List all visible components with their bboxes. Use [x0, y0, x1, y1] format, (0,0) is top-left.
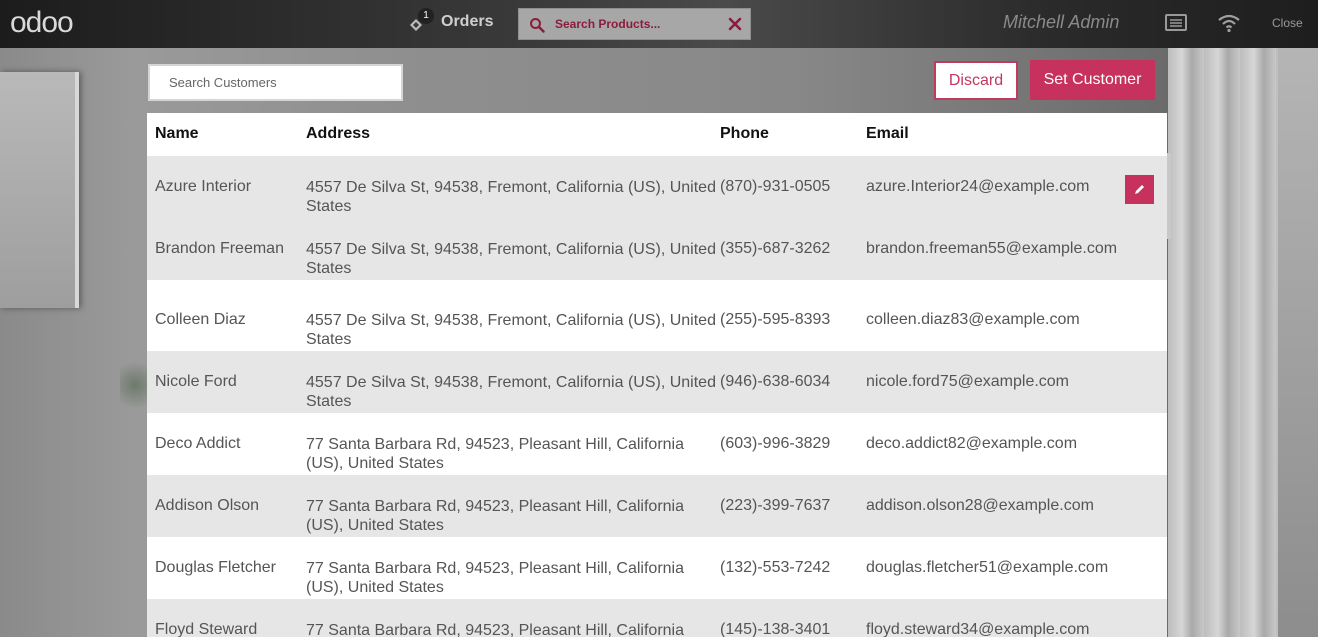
edit-customer-button[interactable]: [1125, 175, 1154, 204]
product-search-box: [518, 8, 751, 40]
customer-list: Name Address Phone Email Azure Interior …: [147, 113, 1167, 637]
customer-address: 4557 De Silva St, 94538, Fremont, Califo…: [306, 374, 716, 410]
customer-name: Brandon Freeman: [155, 240, 284, 257]
close-icon[interactable]: [728, 17, 742, 31]
customer-row[interactable]: Nicole Ford 4557 De Silva St, 94538, Fre…: [147, 351, 1167, 413]
customer-address: 4557 De Silva St, 94538, Fremont, Califo…: [306, 179, 716, 215]
set-customer-button[interactable]: Set Customer: [1030, 60, 1155, 100]
pencil-icon: [1135, 185, 1144, 194]
customer-row[interactable]: Douglas Fletcher 77 Santa Barbara Rd, 94…: [147, 537, 1167, 599]
customer-name: Colleen Diaz: [155, 311, 246, 328]
customer-list-scrollbar[interactable]: [1167, 153, 1171, 239]
customer-email: colleen.diaz83@example.com: [866, 311, 1080, 328]
orders-count-badge: 1: [418, 8, 434, 24]
customer-phone: (870)-931-0505: [720, 178, 831, 195]
customer-address: 77 Santa Barbara Rd, 94523, Pleasant Hil…: [306, 498, 684, 534]
customer-email: deco.addict82@example.com: [866, 435, 1078, 452]
customer-email: addison.olson28@example.com: [866, 497, 1094, 514]
customer-phone: (132)-553-7242: [720, 559, 831, 576]
customer-name: Douglas Fletcher: [155, 559, 276, 576]
customer-address: 4557 De Silva St, 94538, Fremont, Califo…: [306, 312, 716, 348]
customer-row[interactable]: Azure Interior 4557 De Silva St, 94538, …: [147, 156, 1167, 218]
customer-name: Azure Interior: [155, 178, 252, 195]
customer-search-input[interactable]: [148, 64, 403, 101]
close-session-button[interactable]: Close: [1272, 16, 1303, 30]
background-window: [0, 72, 79, 308]
column-header-address: Address: [306, 125, 371, 142]
column-header-phone: Phone: [720, 125, 769, 142]
odoo-logo: odoo: [10, 6, 74, 39]
customer-name: Floyd Steward: [155, 621, 258, 637]
column-header-name: Name: [155, 125, 199, 142]
customer-row[interactable]: Deco Addict 77 Santa Barbara Rd, 94523, …: [147, 413, 1167, 475]
discard-button[interactable]: Discard: [934, 61, 1018, 100]
background-right-window: [1278, 48, 1318, 637]
customer-row[interactable]: Colleen Diaz 4557 De Silva St, 94538, Fr…: [147, 289, 1167, 351]
customer-row[interactable]: Floyd Steward 77 Santa Barbara Rd, 94523…: [147, 599, 1167, 637]
customer-email: nicole.ford75@example.com: [866, 373, 1070, 390]
background-curtain: [1168, 48, 1278, 637]
customer-email: floyd.steward34@example.com: [866, 621, 1090, 637]
product-search-input[interactable]: [555, 9, 725, 39]
screen-icon[interactable]: [1165, 13, 1187, 33]
customer-phone: (946)-638-6034: [720, 373, 831, 390]
customer-phone: (603)-996-3829: [720, 435, 831, 452]
customer-email: azure.Interior24@example.com: [866, 178, 1090, 195]
wifi-icon: [1218, 14, 1240, 33]
customer-phone: (145)-138-3401: [720, 621, 831, 637]
background-plant: [120, 355, 150, 415]
customer-address: 77 Santa Barbara Rd, 94523, Pleasant Hil…: [306, 560, 684, 596]
customer-row[interactable]: Addison Olson 77 Santa Barbara Rd, 94523…: [147, 475, 1167, 537]
customer-name: Deco Addict: [155, 435, 241, 452]
column-header-email: Email: [866, 125, 909, 142]
customer-name: Nicole Ford: [155, 373, 237, 390]
cashier-name[interactable]: Mitchell Admin: [1003, 12, 1119, 33]
customer-address: 77 Santa Barbara Rd, 94523, Pleasant Hil…: [306, 436, 684, 472]
pos-topbar: odoo 1 Orders Mitchell Admin Close: [0, 0, 1318, 48]
customer-list-header: Name Address Phone Email: [147, 113, 1167, 156]
customer-email: douglas.fletcher51@example.com: [866, 559, 1109, 576]
search-icon: [530, 18, 545, 33]
customer-name: Addison Olson: [155, 497, 260, 514]
customer-phone: (355)-687-3262: [720, 240, 831, 257]
customer-phone: (255)-595-8393: [720, 311, 831, 328]
customer-email: brandon.freeman55@example.com: [866, 240, 1118, 257]
customer-address: 4557 De Silva St, 94538, Fremont, Califo…: [306, 241, 716, 277]
customer-row[interactable]: Brandon Freeman 4557 De Silva St, 94538,…: [147, 218, 1167, 280]
customer-address: 77 Santa Barbara Rd, 94523, Pleasant Hil…: [306, 622, 684, 637]
customer-phone: (223)-399-7637: [720, 497, 831, 514]
orders-label: Orders: [441, 13, 494, 30]
